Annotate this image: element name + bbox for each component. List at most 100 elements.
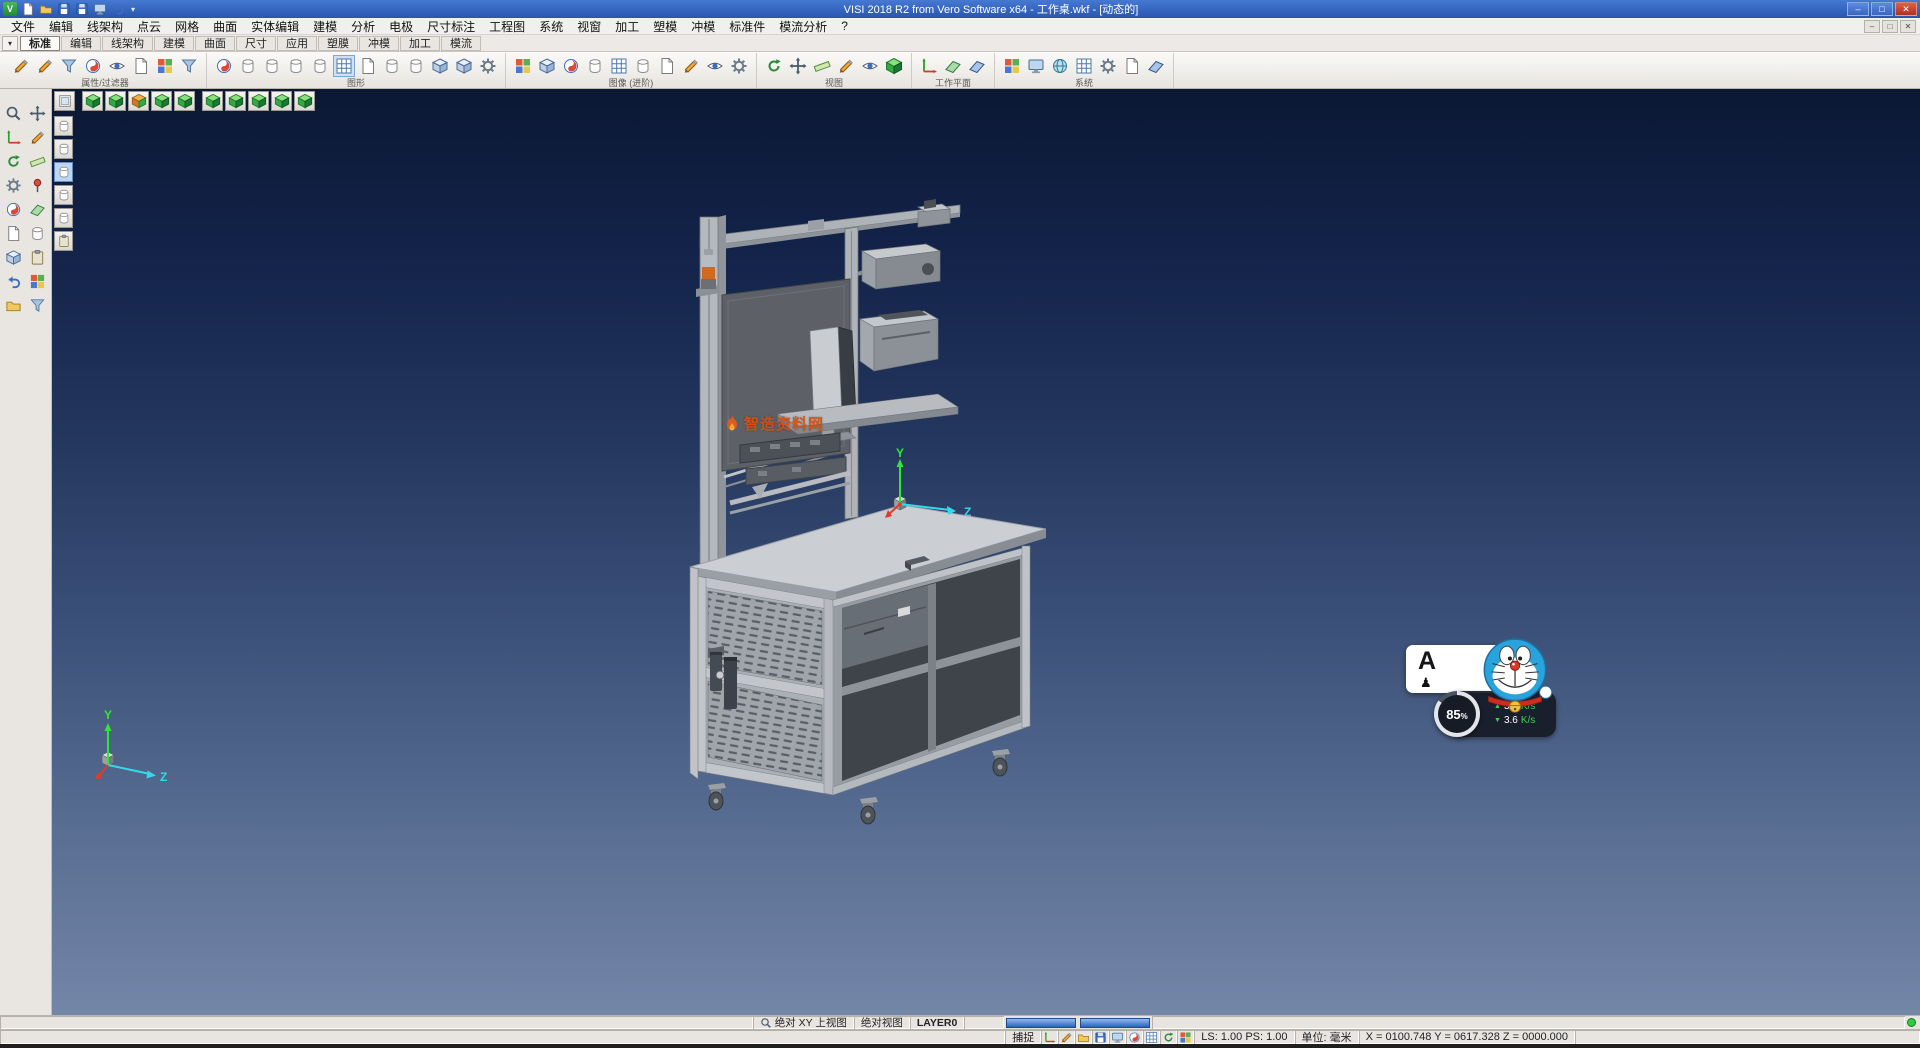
display-cylinder-3-icon[interactable] [54, 162, 73, 182]
menu-standard-parts[interactable]: 标准件 [722, 18, 772, 34]
wireframe-view-icon[interactable] [261, 55, 283, 77]
system-monitor-icon[interactable] [1025, 55, 1047, 77]
pan-icon[interactable] [28, 103, 48, 123]
tab-modeling[interactable]: 建模 [154, 36, 194, 51]
document-icon[interactable] [4, 223, 24, 243]
color-swatch-2[interactable] [1080, 1018, 1150, 1028]
cylinder-display2-icon[interactable] [405, 55, 427, 77]
undo-arrow-icon[interactable] [4, 271, 24, 291]
sketch-pencil-icon[interactable] [835, 55, 857, 77]
workplane-axes-icon[interactable] [918, 55, 940, 77]
save-all-icon[interactable] [75, 2, 89, 16]
status-units[interactable]: 单位: 毫米 [1295, 1030, 1359, 1044]
menu-wireframe[interactable]: 线架构 [80, 18, 130, 34]
menu-pointcloud[interactable]: 点云 [130, 18, 168, 34]
tab-standard[interactable]: 标准 [20, 36, 60, 51]
tab-dimension[interactable]: 尺寸 [236, 36, 276, 51]
modify-attributes-icon[interactable] [34, 55, 56, 77]
highlight-view-icon[interactable] [128, 91, 149, 111]
bottom-view-icon[interactable] [248, 91, 269, 111]
right-view-icon[interactable] [202, 91, 223, 111]
image-settings-icon[interactable] [728, 55, 750, 77]
status-layer[interactable]: LAYER0 [910, 1016, 964, 1029]
preview-eye-icon[interactable] [704, 55, 726, 77]
cylinder-icon[interactable] [28, 223, 48, 243]
tab-apply[interactable]: 应用 [277, 36, 317, 51]
flat-view-icon[interactable] [54, 91, 75, 111]
open-folder-icon[interactable] [39, 2, 53, 16]
menu-modeling[interactable]: 建模 [306, 18, 344, 34]
minimize-button[interactable]: – [1847, 2, 1869, 16]
tab-molding[interactable]: 塑膜 [318, 36, 358, 51]
shaded-view-icon[interactable] [285, 55, 307, 77]
iso2-view-icon[interactable] [271, 91, 292, 111]
snap-pencil-icon[interactable] [1058, 1030, 1075, 1044]
hidden-line-icon[interactable] [309, 55, 331, 77]
close-button[interactable]: ✕ [1895, 2, 1917, 16]
cad-model-canvas[interactable]: Y Z Y Z [52, 89, 1920, 1015]
color-palette-icon[interactable] [154, 55, 176, 77]
shading-cylinder-icon[interactable] [584, 55, 606, 77]
box-display-icon[interactable] [429, 55, 451, 77]
transparency-cylinder-icon[interactable] [632, 55, 654, 77]
image-doc-icon[interactable] [656, 55, 678, 77]
zoom-icon[interactable] [4, 103, 24, 123]
material-swirl-icon[interactable] [560, 55, 582, 77]
filter-icon[interactable] [58, 55, 80, 77]
snap-grid-icon[interactable] [1143, 1030, 1160, 1044]
mdi-restore-button[interactable]: □ [1882, 20, 1898, 33]
cylinder-display-icon[interactable] [381, 55, 403, 77]
status-view-mode[interactable]: 绝对 XY 上视图 [753, 1016, 854, 1029]
tab-machining[interactable]: 加工 [400, 36, 440, 51]
status-absolute-view[interactable]: 绝对视图 [854, 1016, 910, 1029]
edit-attributes-icon[interactable] [10, 55, 32, 77]
top-view-icon[interactable] [225, 91, 246, 111]
pin-icon[interactable] [28, 175, 48, 195]
tab-dropdown-icon[interactable]: ▾ [2, 36, 18, 51]
menu-surface[interactable]: 曲面 [206, 18, 244, 34]
layer-filter-icon[interactable] [178, 55, 200, 77]
menu-electrode[interactable]: 电极 [382, 18, 420, 34]
system-doc-icon[interactable] [1121, 55, 1143, 77]
menu-analysis[interactable]: 分析 [344, 18, 382, 34]
ruler-icon[interactable] [28, 151, 48, 171]
rotate-view-icon[interactable] [763, 55, 785, 77]
menu-mold[interactable]: 塑模 [646, 18, 684, 34]
snap-screen-icon[interactable] [1109, 1030, 1126, 1044]
snap-palette-icon[interactable] [1177, 1030, 1194, 1044]
mdi-close-button[interactable]: ✕ [1900, 20, 1916, 33]
render-settings-icon[interactable] [477, 55, 499, 77]
desktop-widget[interactable]: A ♟ [1406, 645, 1566, 745]
render-palette-icon[interactable] [512, 55, 534, 77]
axes-icon[interactable] [4, 127, 24, 147]
tab-flow[interactable]: 模流 [441, 36, 481, 51]
iso-view-icon[interactable] [82, 91, 103, 111]
menu-mesh[interactable]: 网格 [168, 18, 206, 34]
system-settings-icon[interactable] [1097, 55, 1119, 77]
selection-swirl-icon[interactable] [82, 55, 104, 77]
workplane-blue-icon[interactable] [966, 55, 988, 77]
menu-machining[interactable]: 加工 [608, 18, 646, 34]
snap-save-icon[interactable] [1092, 1030, 1109, 1044]
snap-swirl-icon[interactable] [1126, 1030, 1143, 1044]
annotate-pencil-icon[interactable] [680, 55, 702, 77]
undo-icon[interactable] [111, 2, 125, 16]
menu-file[interactable]: 文件 [4, 18, 42, 34]
sheet-icon[interactable] [357, 55, 379, 77]
plane-icon[interactable] [28, 199, 48, 219]
front-view-icon[interactable] [105, 91, 126, 111]
menu-help[interactable]: ? [834, 18, 855, 34]
measure-ruler-icon[interactable] [811, 55, 833, 77]
system-grid-icon[interactable] [1073, 55, 1095, 77]
properties-doc-icon[interactable] [130, 55, 152, 77]
menu-flow-analysis[interactable]: 模流分析 [772, 18, 834, 34]
menu-die[interactable]: 冲模 [684, 18, 722, 34]
menu-solid-edit[interactable]: 实体编辑 [244, 18, 306, 34]
tab-edit[interactable]: 编辑 [61, 36, 101, 51]
regen-swirl-icon[interactable] [4, 199, 24, 219]
snap-toggle[interactable]: 捕捉 [1005, 1030, 1041, 1044]
back-view-icon[interactable] [151, 91, 172, 111]
solid-view-icon[interactable] [237, 55, 259, 77]
menu-dimension[interactable]: 尺寸标注 [420, 18, 482, 34]
menu-window[interactable]: 视窗 [570, 18, 608, 34]
